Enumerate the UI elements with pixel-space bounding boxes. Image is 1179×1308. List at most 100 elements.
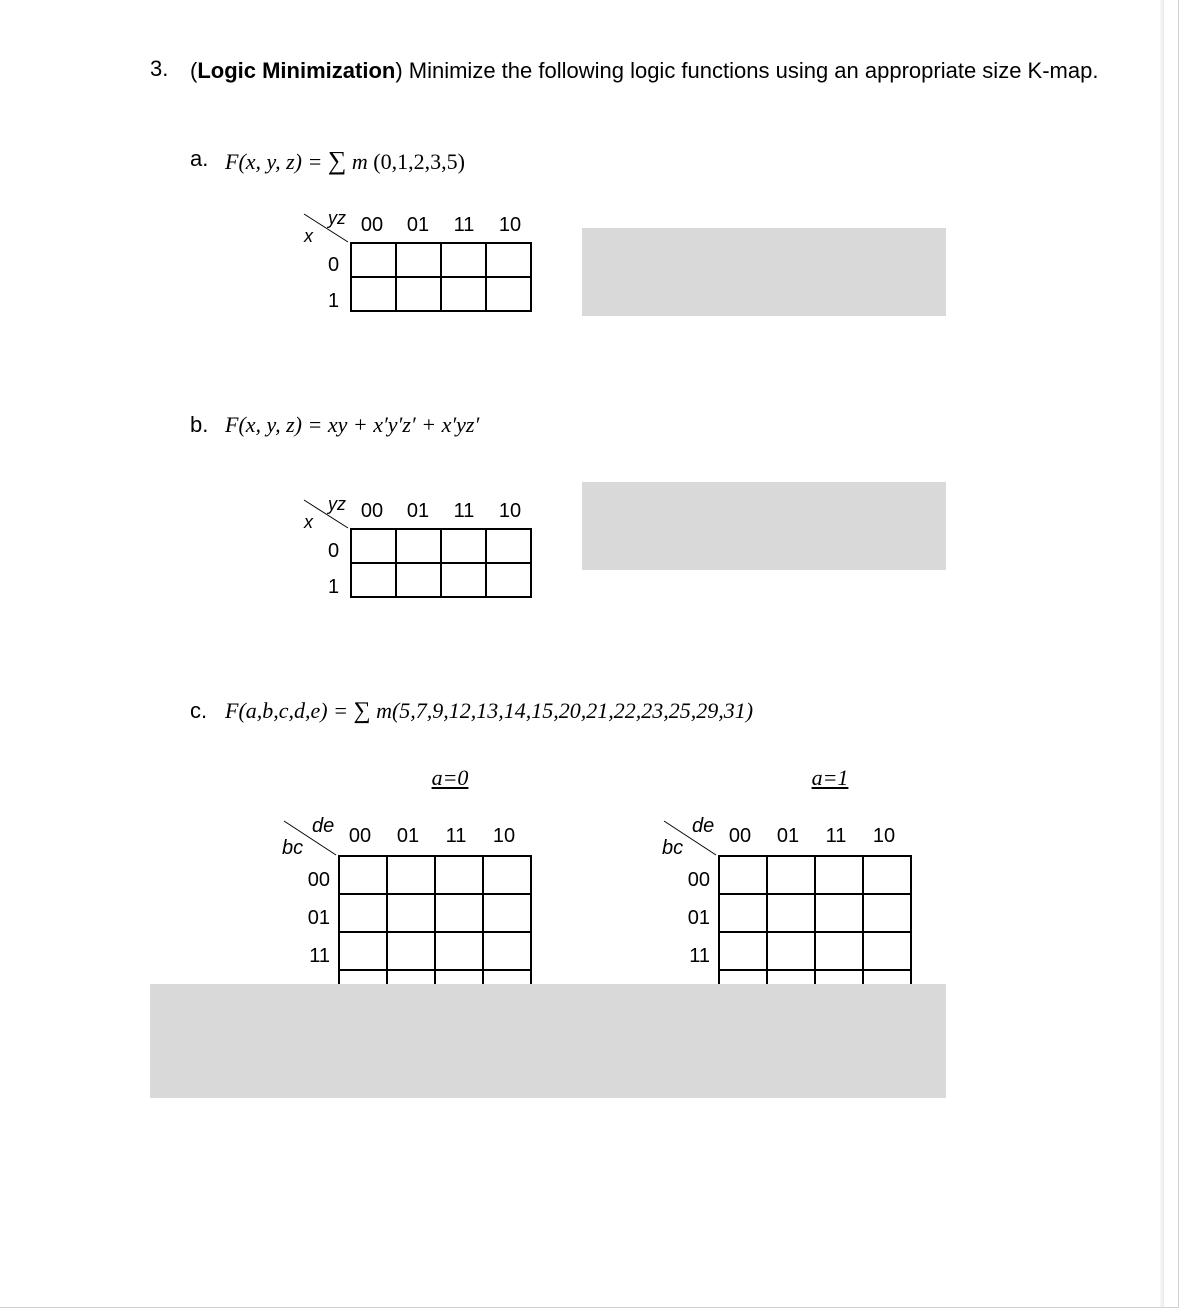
question-header: 3. (Logic Minimization) Minimize the fol… bbox=[0, 56, 1178, 86]
kmap-cell[interactable] bbox=[863, 894, 911, 932]
part-c-lhs: F(a,b,c,d,e) = bbox=[225, 698, 353, 723]
answer-box-a[interactable] bbox=[582, 228, 946, 316]
kmap-cell[interactable] bbox=[486, 529, 531, 563]
kmap-cell[interactable] bbox=[486, 563, 531, 597]
kmap-cell[interactable] bbox=[719, 932, 767, 970]
part-a: a. F(x, y, z) = ∑ m (0,1,2,3,5) bbox=[190, 146, 1178, 176]
kmap-cell[interactable] bbox=[435, 856, 483, 894]
kmap-a-corner: yz x bbox=[300, 212, 350, 246]
kmap-cell[interactable] bbox=[396, 529, 441, 563]
part-a-expression: F(x, y, z) = ∑ m (0,1,2,3,5) bbox=[225, 146, 465, 176]
kmap-cell[interactable] bbox=[483, 932, 531, 970]
row-header: 0 bbox=[328, 248, 339, 284]
kmap-b-corner: yz x bbox=[300, 498, 350, 532]
col-header: 01 bbox=[404, 500, 432, 523]
kmap-a-left-var: x bbox=[304, 226, 313, 247]
kmap-cell[interactable] bbox=[387, 894, 435, 932]
kmap-cell[interactable] bbox=[396, 563, 441, 597]
part-b-expression: F(x, y, z) = xy + x′y′z′ + x′yz′ bbox=[225, 412, 479, 438]
kmap-cell[interactable] bbox=[441, 529, 486, 563]
kmap-cell[interactable] bbox=[767, 932, 815, 970]
kmap-cell[interactable] bbox=[486, 277, 531, 311]
part-a-letter: a. bbox=[190, 146, 225, 176]
question-number: 3. bbox=[150, 56, 190, 86]
col-header: 11 bbox=[450, 500, 478, 523]
kmap-cell[interactable] bbox=[441, 243, 486, 277]
col-header: 01 bbox=[774, 825, 802, 848]
kmap-c0-left-var: bc bbox=[282, 837, 303, 860]
kmap-cell[interactable] bbox=[719, 856, 767, 894]
row-header: 1 bbox=[328, 570, 339, 606]
kmap-cell[interactable] bbox=[351, 277, 396, 311]
kmap-cell[interactable] bbox=[435, 894, 483, 932]
kmap-cell[interactable] bbox=[486, 243, 531, 277]
kmap-cell[interactable] bbox=[339, 856, 387, 894]
kmap-cell[interactable] bbox=[815, 932, 863, 970]
a1-label: a=1 bbox=[720, 765, 940, 791]
part-b-letter: b. bbox=[190, 412, 225, 438]
kmap-b-top-var: yz bbox=[328, 494, 346, 515]
col-header: 00 bbox=[358, 214, 386, 237]
kmap-cell[interactable] bbox=[863, 932, 911, 970]
kmap-cell[interactable] bbox=[339, 894, 387, 932]
col-header: 01 bbox=[394, 825, 422, 848]
kmap-cell[interactable] bbox=[441, 277, 486, 311]
part-c-m: m(5,7,9,12,13,14,15,20,21,22,23,25,29,31… bbox=[371, 698, 754, 723]
kmap-cell[interactable] bbox=[339, 932, 387, 970]
kmap-cell[interactable] bbox=[483, 894, 531, 932]
row-header: 01 bbox=[304, 899, 330, 937]
col-header: 01 bbox=[404, 214, 432, 237]
col-header: 11 bbox=[450, 214, 478, 237]
kmap-cell[interactable] bbox=[396, 277, 441, 311]
row-header: 00 bbox=[684, 861, 710, 899]
kmap-cell[interactable] bbox=[767, 894, 815, 932]
row-header: 11 bbox=[684, 937, 710, 975]
kmap-cell[interactable] bbox=[396, 243, 441, 277]
kmap-b-col-headers: 00 01 11 10 bbox=[358, 500, 524, 523]
kmap-c0-top-var: de bbox=[312, 815, 334, 838]
kmap-c1-top-var: de bbox=[692, 815, 714, 838]
kmap-a-grid bbox=[350, 242, 532, 312]
kmap-cell[interactable] bbox=[483, 856, 531, 894]
kmap-cell[interactable] bbox=[441, 563, 486, 597]
row-header: 11 bbox=[304, 937, 330, 975]
kmap-b-left-var: x bbox=[304, 512, 313, 533]
row-header: 00 bbox=[304, 861, 330, 899]
kmap-cell[interactable] bbox=[815, 856, 863, 894]
kmap-c1-left-var: bc bbox=[662, 837, 683, 860]
kmap-cell[interactable] bbox=[815, 894, 863, 932]
col-header: 00 bbox=[346, 825, 374, 848]
part-a-args: (0,1,2,3,5) bbox=[368, 149, 465, 174]
part-a-lhs: F(x, y, z) = bbox=[225, 149, 328, 174]
question-title-bold: Logic Minimization bbox=[197, 58, 395, 83]
row-header: 0 bbox=[328, 534, 339, 570]
kmap-c0-col-headers: 00 01 11 10 bbox=[346, 825, 518, 848]
answer-box-b[interactable] bbox=[582, 482, 946, 570]
kmap-cell[interactable] bbox=[767, 856, 815, 894]
col-header: 11 bbox=[822, 825, 850, 848]
part-b: b. F(x, y, z) = xy + x′y′z′ + x′yz′ bbox=[190, 412, 1178, 438]
kmap-a-top-var: yz bbox=[328, 208, 346, 229]
sigma-symbol: ∑ bbox=[353, 698, 370, 724]
kmap-cell[interactable] bbox=[435, 932, 483, 970]
answer-box-c[interactable] bbox=[150, 984, 946, 1098]
kmap-c0-corner: de bc bbox=[280, 819, 338, 859]
kmap-cell[interactable] bbox=[351, 563, 396, 597]
col-header: 00 bbox=[726, 825, 754, 848]
kmap-c1-corner: de bc bbox=[660, 819, 718, 859]
kmap-b-row-headers: 0 1 bbox=[328, 534, 339, 606]
part-c-letter: c. bbox=[190, 698, 225, 725]
kmap-cell[interactable] bbox=[387, 856, 435, 894]
row-header: 1 bbox=[328, 284, 339, 320]
kmap-cell[interactable] bbox=[387, 932, 435, 970]
kmap-cell[interactable] bbox=[351, 529, 396, 563]
kmap-cell[interactable] bbox=[863, 856, 911, 894]
sigma-symbol: ∑ bbox=[328, 146, 347, 175]
kmap-a-col-headers: 00 01 11 10 bbox=[358, 214, 524, 237]
part-c-expression: F(a,b,c,d,e) = ∑ m(5,7,9,12,13,14,15,20,… bbox=[225, 698, 753, 725]
kmap-cell[interactable] bbox=[719, 894, 767, 932]
part-c: c. F(a,b,c,d,e) = ∑ m(5,7,9,12,13,14,15,… bbox=[190, 698, 1178, 725]
kmap-cell[interactable] bbox=[351, 243, 396, 277]
col-header: 10 bbox=[490, 825, 518, 848]
question-title-rest: ) Minimize the following logic functions… bbox=[395, 58, 1098, 83]
